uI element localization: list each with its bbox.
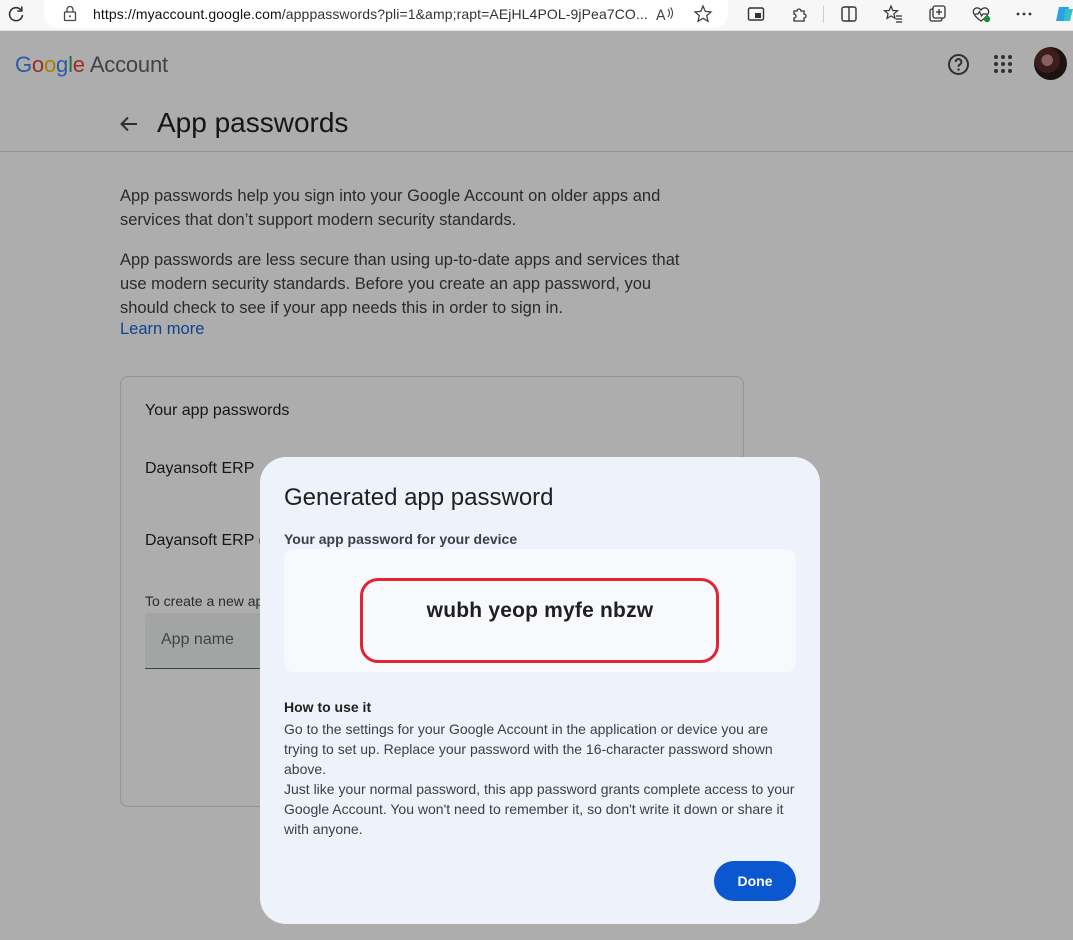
done-button[interactable]: Done	[714, 861, 796, 901]
browser-toolbar: https://myaccount.google.com/apppassword…	[0, 0, 1073, 31]
url-text[interactable]: https://myaccount.google.com/apppassword…	[93, 6, 648, 22]
url-path: /apppasswords?pli=1&amp;rapt=AEjHL4POL-9…	[281, 6, 648, 22]
favorite-star-icon[interactable]	[692, 3, 714, 25]
extensions-icon[interactable]	[789, 3, 811, 25]
toolbar-divider	[823, 6, 824, 23]
picture-in-picture-icon[interactable]	[745, 3, 767, 25]
password-highlight-annotation	[360, 578, 719, 663]
howto-title: How to use it	[284, 699, 372, 715]
generated-password-dialog: Generated app password Your app password…	[260, 457, 820, 924]
more-options-icon[interactable]	[1013, 3, 1035, 25]
lock-icon[interactable]	[62, 4, 78, 22]
copilot-icon[interactable]	[1053, 3, 1073, 25]
favorites-icon[interactable]	[882, 3, 904, 25]
read-aloud-icon[interactable]: A	[653, 3, 675, 25]
dialog-subtitle: Your app password for your device	[284, 531, 518, 547]
svg-text:A: A	[656, 8, 666, 24]
reload-icon[interactable]	[6, 4, 26, 24]
browser-essentials-icon[interactable]	[970, 3, 992, 25]
howto-text: Go to the settings for your Google Accou…	[284, 719, 796, 839]
howto-line: Just like your normal password, this app…	[284, 781, 795, 837]
howto-line: Go to the settings for your Google Accou…	[284, 721, 773, 777]
dialog-title: Generated app password	[284, 484, 554, 511]
split-screen-icon[interactable]	[838, 3, 860, 25]
collections-icon[interactable]	[926, 3, 948, 25]
url-host: https://myaccount.google.com	[93, 6, 282, 22]
